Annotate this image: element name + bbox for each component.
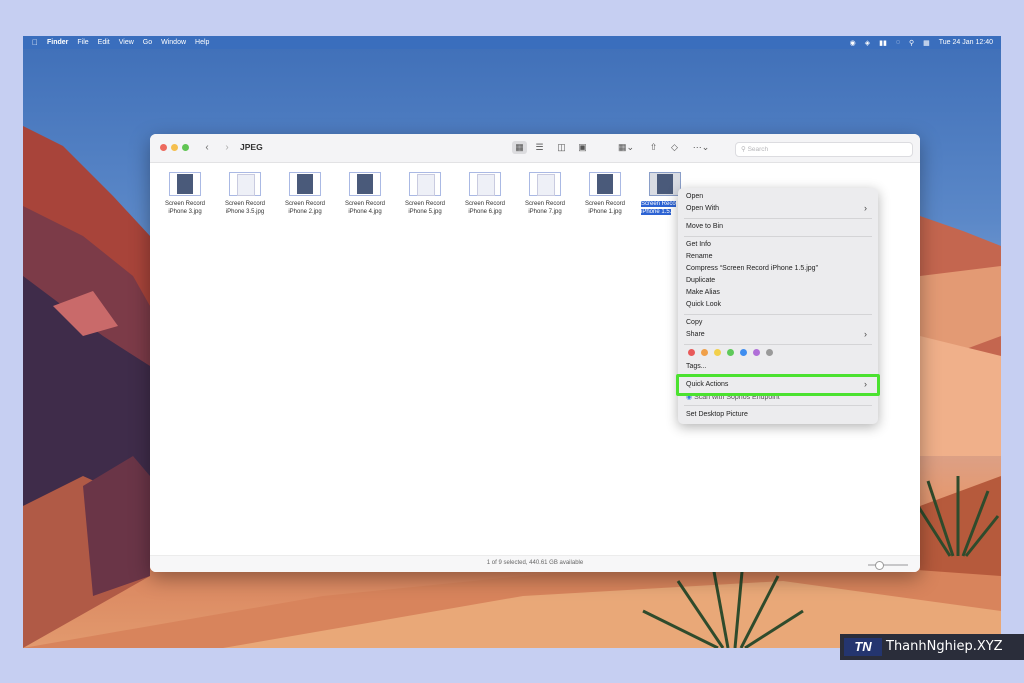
file-thumbnail	[169, 172, 201, 196]
menu-item-make-alias[interactable]: Make Alias	[686, 289, 720, 296]
menu-item-get-info[interactable]: Get Info	[686, 241, 711, 248]
file-name: Screen Record iPhone 7.jpg	[524, 201, 566, 215]
file-item[interactable]: Screen Record iPhone 5.jpg	[397, 172, 453, 216]
menu-item-compress[interactable]: Compress “Screen Record iPhone 1.5.jpg”	[686, 265, 818, 272]
forward-icon[interactable]: ›	[220, 141, 234, 155]
shield-icon[interactable]: ◈	[865, 39, 870, 47]
watermark-text: ThanhNghiep.XYZ	[886, 639, 1003, 654]
menu-item-share[interactable]: Share	[686, 331, 705, 338]
icon-size-slider[interactable]	[868, 561, 908, 570]
status-bar: 1 of 9 selected, 440.61 GB available	[150, 555, 920, 572]
tag-icon[interactable]: ◇	[667, 141, 682, 154]
menu-bar:  Finder File Edit View Go Window Help ◉…	[23, 36, 1001, 49]
highlight-box	[676, 374, 880, 396]
file-name: Screen Record iPhone 1.jpg	[584, 201, 626, 215]
menu-item-copy[interactable]: Copy	[686, 319, 702, 326]
status-text: 1 of 9 selected, 440.61 GB available	[486, 560, 584, 566]
file-thumbnail	[349, 172, 381, 196]
more-icon[interactable]: ⋯⌄	[690, 141, 712, 154]
menu-divider	[684, 405, 872, 406]
tag-red-icon[interactable]	[688, 349, 695, 356]
wifi-icon[interactable]: ◌	[896, 39, 900, 46]
column-view-icon[interactable]: ◫	[554, 141, 569, 154]
share-icon[interactable]: ⇧	[646, 141, 661, 154]
menu-go[interactable]: Go	[143, 39, 152, 46]
file-item[interactable]: Screen Record iPhone 7.jpg	[517, 172, 573, 216]
menu-edit[interactable]: Edit	[98, 39, 110, 46]
file-thumbnail	[529, 172, 561, 196]
menu-view[interactable]: View	[119, 39, 134, 46]
menu-item-open[interactable]: Open	[686, 193, 703, 200]
file-name: Screen Record iPhone 6.jpg	[464, 201, 506, 215]
back-icon[interactable]: ‹	[200, 141, 214, 155]
screen-record-icon[interactable]: ◉	[850, 39, 856, 47]
control-center-icon[interactable]: ▦	[923, 39, 930, 47]
menu-divider	[684, 344, 872, 345]
search-field-icon: ⚲	[741, 146, 746, 153]
file-item[interactable]: Screen Record iPhone 4.jpg	[337, 172, 393, 216]
file-item[interactable]: Screen Record iPhone 3.jpg	[157, 172, 213, 216]
list-view-icon[interactable]: ☰	[532, 141, 547, 154]
file-thumbnail	[649, 172, 681, 196]
minimize-icon[interactable]	[171, 144, 178, 151]
tag-yellow-icon[interactable]	[714, 349, 721, 356]
group-icon[interactable]: ▦⌄	[615, 141, 637, 154]
tag-blue-icon[interactable]	[740, 349, 747, 356]
clock[interactable]: Tue 24 Jan 12:40	[939, 39, 993, 46]
file-name: Screen Record iPhone 3.jpg	[164, 201, 206, 215]
menu-divider	[684, 236, 872, 237]
menu-item-quick-look[interactable]: Quick Look	[686, 301, 721, 308]
folder-title: JPEG	[240, 142, 263, 152]
file-item[interactable]: Screen Record iPhone 3.5.jpg	[217, 172, 273, 216]
menu-window[interactable]: Window	[161, 39, 186, 46]
chevron-right-icon: ›	[864, 329, 867, 339]
file-thumbnail	[409, 172, 441, 196]
menu-item-set-desktop-picture[interactable]: Set Desktop Picture	[686, 411, 748, 418]
menu-file[interactable]: File	[77, 39, 88, 46]
watermark: TN ThanhNghiep.XYZ	[840, 634, 1024, 660]
slider-knob[interactable]	[874, 561, 884, 570]
status-menus: ◉ ◈ ▮▮ ◌ ⚲ ▦ Tue 24 Jan 12:40	[850, 36, 993, 49]
menu-finder[interactable]: Finder	[47, 39, 68, 46]
menu-help[interactable]: Help	[195, 39, 209, 46]
tag-purple-icon[interactable]	[753, 349, 760, 356]
close-icon[interactable]	[160, 144, 167, 151]
menu-item-open-with[interactable]: Open With	[686, 205, 719, 212]
file-name: Screen Record iPhone 4.jpg	[344, 201, 386, 215]
battery-icon[interactable]: ▮▮	[879, 39, 887, 47]
menu-item-duplicate[interactable]: Duplicate	[686, 277, 715, 284]
menu-divider	[684, 314, 872, 315]
file-thumbnail	[229, 172, 261, 196]
watermark-logo: TN	[844, 638, 882, 656]
file-thumbnail	[469, 172, 501, 196]
toolbar: ‹ › JPEG ▦ ☰ ◫ ▣ ▦⌄ ⇧ ◇ ⋯⌄ ⚲ Search	[150, 134, 920, 163]
menu-item-rename[interactable]: Rename	[686, 253, 712, 260]
tag-green-icon[interactable]	[727, 349, 734, 356]
zoom-icon[interactable]	[182, 144, 189, 151]
chevron-right-icon: ›	[864, 203, 867, 213]
apple-menu-icon[interactable]: 	[32, 38, 38, 47]
icon-view-icon[interactable]: ▦	[512, 141, 527, 154]
file-thumbnail	[589, 172, 621, 196]
search-icon[interactable]: ⚲	[909, 39, 914, 47]
file-name: Screen Record iPhone 2.jpg	[284, 201, 326, 215]
menu-item-move-to-bin[interactable]: Move to Bin	[686, 223, 723, 230]
search-placeholder: Search	[747, 146, 769, 153]
file-name: Screen Record iPhone 5.jpg	[404, 201, 446, 215]
tag-orange-icon[interactable]	[701, 349, 708, 356]
tag-grey-icon[interactable]	[766, 349, 773, 356]
gallery-view-icon[interactable]: ▣	[575, 141, 590, 154]
file-item[interactable]: Screen Record iPhone 2.jpg	[277, 172, 333, 216]
file-item[interactable]: Screen Record iPhone 6.jpg	[457, 172, 513, 216]
file-item[interactable]: Screen Record iPhone 1.jpg	[577, 172, 633, 216]
file-name: Screen Record iPhone 3.5.jpg	[224, 201, 266, 215]
search-field[interactable]: ⚲ Search	[735, 142, 913, 157]
menu-divider	[684, 218, 872, 219]
file-thumbnail	[289, 172, 321, 196]
menu-item-tags[interactable]: Tags...	[686, 363, 707, 370]
